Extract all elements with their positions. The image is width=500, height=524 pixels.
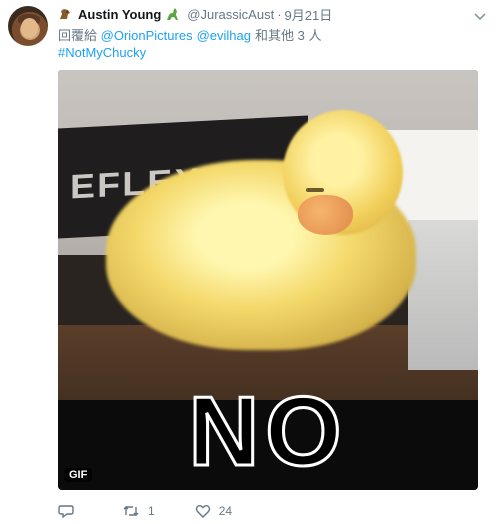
like-button[interactable]: 24 [195, 504, 232, 518]
reply-suffix[interactable]: 和其他 3 人 [255, 28, 321, 43]
gif-badge: GIF [64, 468, 93, 482]
reply-prefix: 回覆給 [58, 28, 98, 43]
hashtag-line: #NotMyChucky [58, 45, 146, 60]
tweet-actions: 1 24 [58, 502, 478, 520]
retweet-button[interactable]: 1 [122, 504, 155, 518]
horse-emoji-icon [58, 7, 72, 21]
mention-evilhag[interactable]: @evilhag [197, 28, 251, 43]
like-count: 24 [218, 504, 233, 518]
mention-orionpictures[interactable]: @OrionPictures [101, 28, 193, 43]
heart-icon [195, 504, 211, 518]
dinosaur-emoji-icon [165, 7, 181, 21]
author-handle[interactable]: @JurassicAust [187, 7, 274, 22]
gif-caption: NO [187, 375, 348, 488]
media-notebook [408, 220, 478, 370]
tweet-header: Austin Young @JurassicAust · 9月21日 [58, 5, 470, 23]
duckling-eye [306, 188, 324, 192]
retweet-icon [122, 504, 140, 518]
duckling-beak [298, 195, 353, 235]
tweet-date[interactable]: 9月21日 [285, 5, 333, 24]
reply-context: 回覆給 @OrionPictures @evilhag 和其他 3 人 [58, 25, 321, 44]
separator-dot: · [277, 6, 282, 22]
avatar-face [21, 18, 38, 38]
gif-media[interactable]: EFLEX NO GIF [58, 70, 478, 490]
author-name[interactable]: Austin Young [78, 7, 161, 22]
tweet: Austin Young @JurassicAust · 9月21日 回覆給 @… [0, 0, 500, 524]
avatar[interactable] [8, 6, 48, 46]
reply-button[interactable] [58, 504, 82, 518]
reply-icon [58, 504, 74, 518]
retweet-count: 1 [148, 504, 155, 518]
chevron-down-icon[interactable] [474, 8, 486, 21]
hashtag-link[interactable]: #NotMyChucky [58, 45, 146, 60]
